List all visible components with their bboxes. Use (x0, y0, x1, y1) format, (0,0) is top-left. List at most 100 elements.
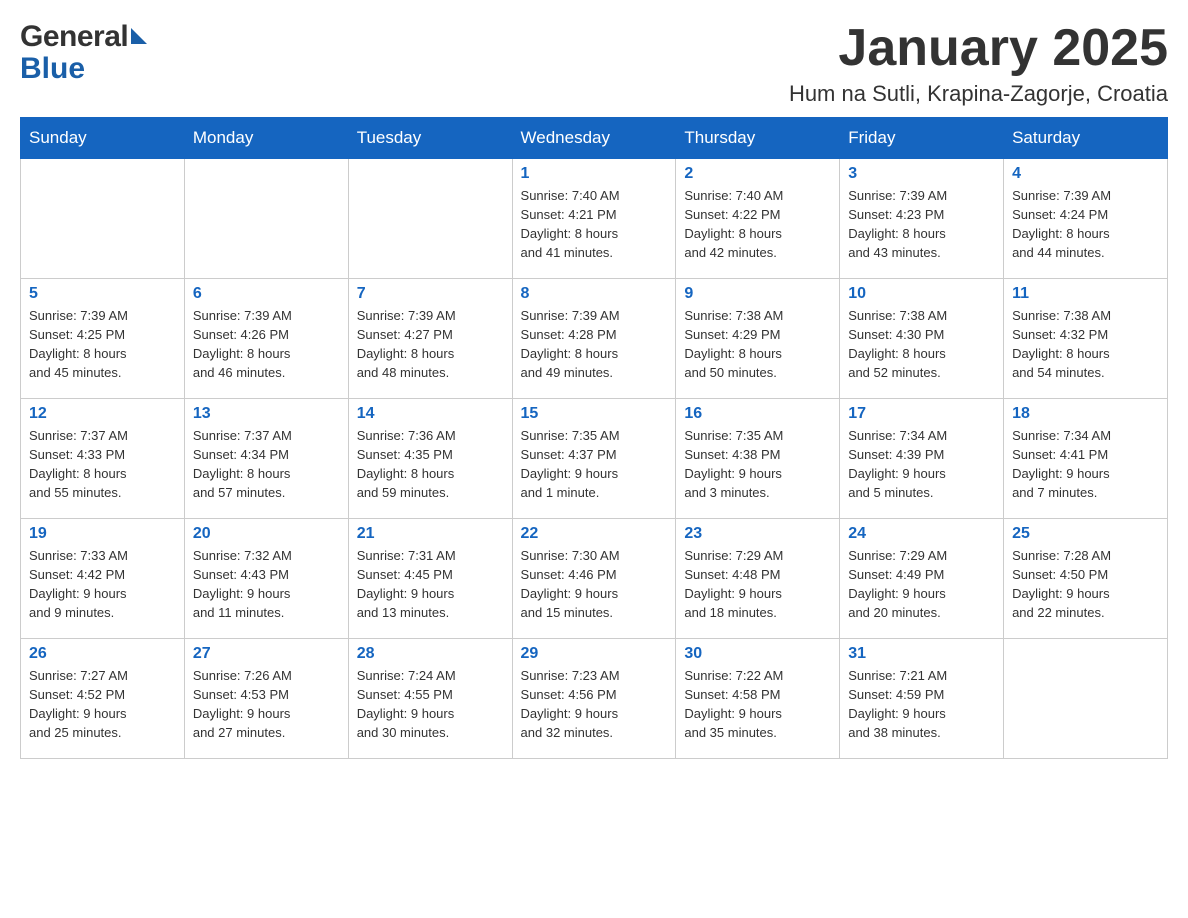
day-number: 30 (684, 645, 831, 663)
day-number: 28 (357, 645, 504, 663)
day-info: Sunrise: 7:37 AMSunset: 4:34 PMDaylight:… (193, 427, 340, 502)
day-number: 16 (684, 405, 831, 423)
calendar-cell: 4 Sunrise: 7:39 AMSunset: 4:24 PMDaylight… (1004, 159, 1168, 279)
day-info: Sunrise: 7:40 AMSunset: 4:22 PMDaylight:… (684, 187, 831, 262)
day-number: 31 (848, 645, 995, 663)
day-number: 22 (521, 525, 668, 543)
logo-blue-text: Blue (20, 52, 85, 86)
day-number: 29 (521, 645, 668, 663)
calendar-cell: 27Sunrise: 7:26 AMSunset: 4:53 PMDayligh… (184, 639, 348, 759)
calendar-cell: 26 Sunrise: 7:27 AMSunset: 4:52 PMDayligh… (21, 639, 185, 759)
calendar-day-header: Thursday (676, 118, 840, 159)
calendar-cell: 24 Sunrise: 7:29 AMSunset: 4:49 PMDayligh… (840, 519, 1004, 639)
day-info: Sunrise: 7:21 AMSunset: 4:59 PMDaylight:… (848, 667, 995, 742)
day-info: Sunrise: 7:36 AMSunset: 4:35 PMDaylight:… (357, 427, 504, 502)
calendar-cell: 25 Sunrise: 7:28 AMSunset: 4:50 PMDayligh… (1004, 519, 1168, 639)
calendar-cell: 8 Sunrise: 7:39 AMSunset: 4:28 PMDaylight… (512, 279, 676, 399)
day-info: Sunrise: 7:27 AMSunset: 4:52 PMDaylight:… (29, 667, 176, 742)
calendar-cell: 15 Sunrise: 7:35 AMSunset: 4:37 PMDayligh… (512, 399, 676, 519)
location-title: Hum na Sutli, Krapina-Zagorje, Croatia (789, 81, 1168, 107)
day-info: Sunrise: 7:35 AMSunset: 4:37 PMDaylight:… (521, 427, 668, 502)
day-info: Sunrise: 7:39 AMSunset: 4:23 PMDaylight:… (848, 187, 995, 262)
logo-general-text: General (20, 20, 128, 54)
day-number: 6 (193, 285, 340, 303)
day-number: 27 (193, 645, 340, 663)
calendar-cell: 16Sunrise: 7:35 AMSunset: 4:38 PMDayligh… (676, 399, 840, 519)
calendar-week-row: 26 Sunrise: 7:27 AMSunset: 4:52 PMDayligh… (21, 639, 1168, 759)
calendar-day-header: Sunday (21, 118, 185, 159)
page-header: General Blue January 2025 Hum na Sutli, … (20, 20, 1168, 107)
day-info: Sunrise: 7:38 AMSunset: 4:30 PMDaylight:… (848, 307, 995, 382)
day-number: 1 (521, 165, 668, 183)
calendar-header-row: SundayMondayTuesdayWednesdayThursdayFrid… (21, 118, 1168, 159)
calendar-day-header: Monday (184, 118, 348, 159)
day-info: Sunrise: 7:34 AMSunset: 4:39 PMDaylight:… (848, 427, 995, 502)
day-info: Sunrise: 7:37 AMSunset: 4:33 PMDaylight:… (29, 427, 176, 502)
day-number: 24 (848, 525, 995, 543)
calendar-day-header: Wednesday (512, 118, 676, 159)
day-info: Sunrise: 7:22 AMSunset: 4:58 PMDaylight:… (684, 667, 831, 742)
day-number: 8 (521, 285, 668, 303)
day-info: Sunrise: 7:39 AMSunset: 4:27 PMDaylight:… (357, 307, 504, 382)
calendar-cell: 14 Sunrise: 7:36 AMSunset: 4:35 PMDayligh… (348, 399, 512, 519)
logo: General Blue (20, 20, 147, 86)
day-number: 18 (1012, 405, 1159, 423)
day-number: 12 (29, 405, 176, 423)
day-info: Sunrise: 7:33 AMSunset: 4:42 PMDaylight:… (29, 547, 176, 622)
day-number: 17 (848, 405, 995, 423)
calendar-cell: 3 Sunrise: 7:39 AMSunset: 4:23 PMDaylight… (840, 159, 1004, 279)
day-info: Sunrise: 7:31 AMSunset: 4:45 PMDaylight:… (357, 547, 504, 622)
calendar-cell: 1 Sunrise: 7:40 AMSunset: 4:21 PMDaylight… (512, 159, 676, 279)
calendar-cell: 6 Sunrise: 7:39 AMSunset: 4:26 PMDaylight… (184, 279, 348, 399)
day-number: 13 (193, 405, 340, 423)
day-info: Sunrise: 7:39 AMSunset: 4:28 PMDaylight:… (521, 307, 668, 382)
day-info: Sunrise: 7:30 AMSunset: 4:46 PMDaylight:… (521, 547, 668, 622)
calendar-cell: 7Sunrise: 7:39 AMSunset: 4:27 PMDaylight… (348, 279, 512, 399)
day-number: 10 (848, 285, 995, 303)
calendar-cell (184, 159, 348, 279)
day-info: Sunrise: 7:39 AMSunset: 4:25 PMDaylight:… (29, 307, 176, 382)
calendar-cell: 28 Sunrise: 7:24 AMSunset: 4:55 PMDayligh… (348, 639, 512, 759)
day-number: 3 (848, 165, 995, 183)
day-info: Sunrise: 7:39 AMSunset: 4:26 PMDaylight:… (193, 307, 340, 382)
day-info: Sunrise: 7:39 AMSunset: 4:24 PMDaylight:… (1012, 187, 1159, 262)
day-number: 19 (29, 525, 176, 543)
day-info: Sunrise: 7:29 AMSunset: 4:49 PMDaylight:… (848, 547, 995, 622)
day-number: 11 (1012, 285, 1159, 303)
calendar-cell: 19 Sunrise: 7:33 AMSunset: 4:42 PMDayligh… (21, 519, 185, 639)
day-number: 2 (684, 165, 831, 183)
calendar-cell: 12 Sunrise: 7:37 AMSunset: 4:33 PMDayligh… (21, 399, 185, 519)
day-number: 15 (521, 405, 668, 423)
day-info: Sunrise: 7:24 AMSunset: 4:55 PMDaylight:… (357, 667, 504, 742)
calendar-week-row: 12 Sunrise: 7:37 AMSunset: 4:33 PMDayligh… (21, 399, 1168, 519)
calendar-week-row: 5 Sunrise: 7:39 AMSunset: 4:25 PMDaylight… (21, 279, 1168, 399)
calendar-day-header: Saturday (1004, 118, 1168, 159)
day-number: 4 (1012, 165, 1159, 183)
day-info: Sunrise: 7:23 AMSunset: 4:56 PMDaylight:… (521, 667, 668, 742)
calendar-cell (348, 159, 512, 279)
day-number: 5 (29, 285, 176, 303)
calendar-cell: 23Sunrise: 7:29 AMSunset: 4:48 PMDayligh… (676, 519, 840, 639)
title-area: January 2025 Hum na Sutli, Krapina-Zagor… (789, 20, 1168, 107)
calendar-week-row: 1 Sunrise: 7:40 AMSunset: 4:21 PMDaylight… (21, 159, 1168, 279)
day-info: Sunrise: 7:38 AMSunset: 4:32 PMDaylight:… (1012, 307, 1159, 382)
day-info: Sunrise: 7:28 AMSunset: 4:50 PMDaylight:… (1012, 547, 1159, 622)
calendar-cell: 18 Sunrise: 7:34 AMSunset: 4:41 PMDayligh… (1004, 399, 1168, 519)
day-info: Sunrise: 7:34 AMSunset: 4:41 PMDaylight:… (1012, 427, 1159, 502)
day-number: 25 (1012, 525, 1159, 543)
day-info: Sunrise: 7:40 AMSunset: 4:21 PMDaylight:… (521, 187, 668, 262)
calendar-cell: 31 Sunrise: 7:21 AMSunset: 4:59 PMDayligh… (840, 639, 1004, 759)
calendar-cell: 9Sunrise: 7:38 AMSunset: 4:29 PMDaylight… (676, 279, 840, 399)
calendar-cell: 13 Sunrise: 7:37 AMSunset: 4:34 PMDayligh… (184, 399, 348, 519)
day-number: 21 (357, 525, 504, 543)
calendar-cell: 10 Sunrise: 7:38 AMSunset: 4:30 PMDayligh… (840, 279, 1004, 399)
day-info: Sunrise: 7:32 AMSunset: 4:43 PMDaylight:… (193, 547, 340, 622)
calendar-cell: 11 Sunrise: 7:38 AMSunset: 4:32 PMDayligh… (1004, 279, 1168, 399)
day-number: 26 (29, 645, 176, 663)
day-number: 20 (193, 525, 340, 543)
logo-arrow-icon (131, 28, 147, 44)
calendar-cell: 5 Sunrise: 7:39 AMSunset: 4:25 PMDaylight… (21, 279, 185, 399)
calendar-week-row: 19 Sunrise: 7:33 AMSunset: 4:42 PMDayligh… (21, 519, 1168, 639)
day-info: Sunrise: 7:38 AMSunset: 4:29 PMDaylight:… (684, 307, 831, 382)
day-number: 14 (357, 405, 504, 423)
